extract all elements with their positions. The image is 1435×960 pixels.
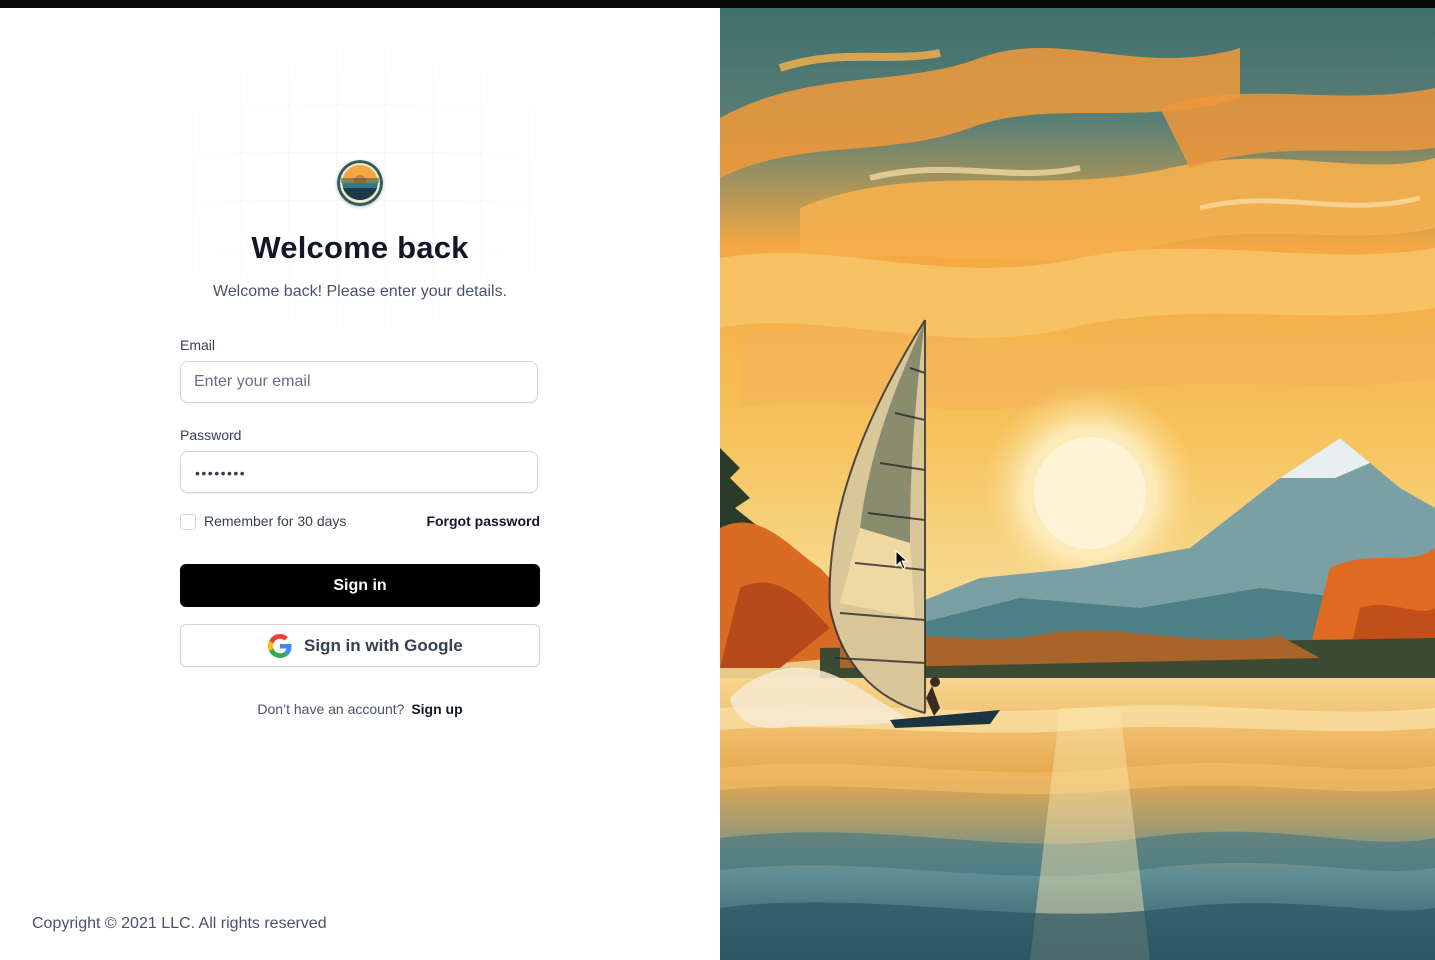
sign-in-button[interactable]: Sign in xyxy=(180,564,540,607)
email-label: Email xyxy=(180,337,216,353)
page-title: Welcome back xyxy=(251,230,469,265)
google-sign-in-label: Sign in with Google xyxy=(304,636,463,655)
remember-checkbox[interactable] xyxy=(180,514,196,530)
copyright-text: Copyright © 2021 LLC. All rights reserve… xyxy=(32,915,327,932)
email-field-wrapper xyxy=(180,361,538,403)
window-top-bar xyxy=(0,0,1435,8)
password-input[interactable]: •••••••• xyxy=(180,451,538,493)
signup-row: Don’t have an account? Sign up xyxy=(0,701,720,717)
email-input[interactable] xyxy=(181,362,537,402)
signup-prompt: Don’t have an account? xyxy=(257,701,405,717)
password-label: Password xyxy=(180,427,242,443)
google-sign-in-button[interactable]: Sign in with Google xyxy=(180,624,540,667)
login-panel: Welcome back Welcome back! Please enter … xyxy=(0,8,720,960)
remember-row: Remember for 30 days Forgot password xyxy=(180,513,540,531)
mouse-cursor-icon xyxy=(895,550,909,570)
forgot-password-link[interactable]: Forgot password xyxy=(426,513,540,529)
sign-up-link[interactable]: Sign up xyxy=(411,701,462,717)
page-subtitle: Welcome back! Please enter your details. xyxy=(212,283,508,300)
hero-illustration xyxy=(720,8,1435,960)
password-masked-value: •••••••• xyxy=(195,465,247,481)
logo-icon xyxy=(337,160,383,206)
google-g-icon xyxy=(268,634,292,658)
remember-label: Remember for 30 days xyxy=(204,513,347,529)
